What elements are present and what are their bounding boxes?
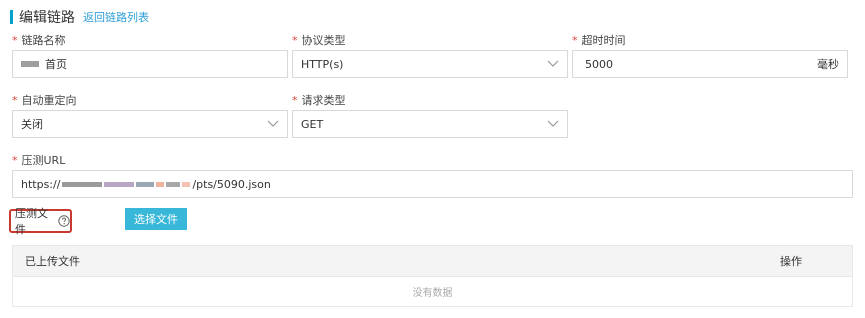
back-to-list-link[interactable]: 返回链路列表 — [83, 9, 149, 25]
edit-link-page: 编辑链路 返回链路列表 * 链路名称 * 协议类型 * 超时时间 首页 HTTP… — [0, 0, 865, 318]
required-mark: * — [292, 33, 298, 47]
column-header-files: 已上传文件 — [25, 255, 80, 268]
protocol-label: * 协议类型 — [292, 32, 346, 48]
redirect-label-text: 自动重定向 — [21, 94, 77, 107]
upload-file-label-text: 压测文件 — [15, 207, 48, 236]
timeout-unit: 毫秒 — [817, 58, 839, 71]
protocol-label-text: 协议类型 — [301, 34, 346, 47]
column-header-actions: 操作 — [780, 255, 802, 268]
link-name-value: 首页 — [45, 58, 67, 71]
question-circle-icon[interactable] — [58, 215, 70, 227]
redacted-text — [21, 61, 39, 67]
timeout-label-text: 超时时间 — [581, 34, 626, 47]
required-mark: * — [12, 93, 18, 107]
timeout-value: 5000 — [585, 57, 613, 71]
table-header: 已上传文件 操作 — [13, 246, 852, 277]
table-empty-row: 没有数据 — [13, 277, 852, 306]
required-mark: * — [12, 153, 18, 167]
required-mark: * — [292, 93, 298, 107]
url-prefix: https:// — [21, 177, 61, 191]
timeout-input[interactable]: 5000 毫秒 — [572, 50, 848, 78]
url-label: * 压测URL — [12, 152, 65, 168]
chevron-down-icon — [267, 118, 279, 130]
upload-file-label: 压测文件 — [9, 207, 72, 236]
chevron-down-icon — [547, 58, 559, 70]
header-accent-bar — [10, 10, 13, 24]
redacted-text — [62, 182, 191, 187]
protocol-value: HTTP(s) — [301, 57, 344, 71]
redirect-value: 关闭 — [21, 118, 43, 131]
required-mark: * — [12, 33, 18, 47]
redirect-label: * 自动重定向 — [12, 92, 77, 108]
empty-text: 没有数据 — [412, 288, 453, 299]
chevron-down-icon — [547, 118, 559, 130]
url-suffix: /pts/5090.json — [192, 177, 271, 191]
link-name-label-text: 链路名称 — [21, 34, 66, 47]
redirect-select[interactable]: 关闭 — [12, 110, 288, 138]
request-type-label: * 请求类型 — [292, 92, 346, 108]
link-name-label: * 链路名称 — [12, 32, 66, 48]
link-name-input[interactable]: 首页 — [12, 50, 288, 78]
request-type-select[interactable]: GET — [292, 110, 568, 138]
protocol-select[interactable]: HTTP(s) — [292, 50, 568, 78]
timeout-label: * 超时时间 — [572, 32, 626, 48]
uploaded-files-table: 已上传文件 操作 没有数据 — [12, 245, 853, 307]
page-header: 编辑链路 返回链路列表 — [10, 8, 149, 26]
choose-file-button[interactable]: 选择文件 — [125, 208, 187, 230]
page-title: 编辑链路 — [19, 10, 75, 26]
required-mark: * — [572, 33, 578, 47]
request-type-value: GET — [301, 117, 324, 131]
url-value: https:// /pts/5090.json — [21, 178, 844, 191]
url-input[interactable]: https:// /pts/5090.json — [12, 170, 853, 198]
request-type-label-text: 请求类型 — [301, 94, 346, 107]
url-label-text: 压测URL — [21, 154, 66, 167]
